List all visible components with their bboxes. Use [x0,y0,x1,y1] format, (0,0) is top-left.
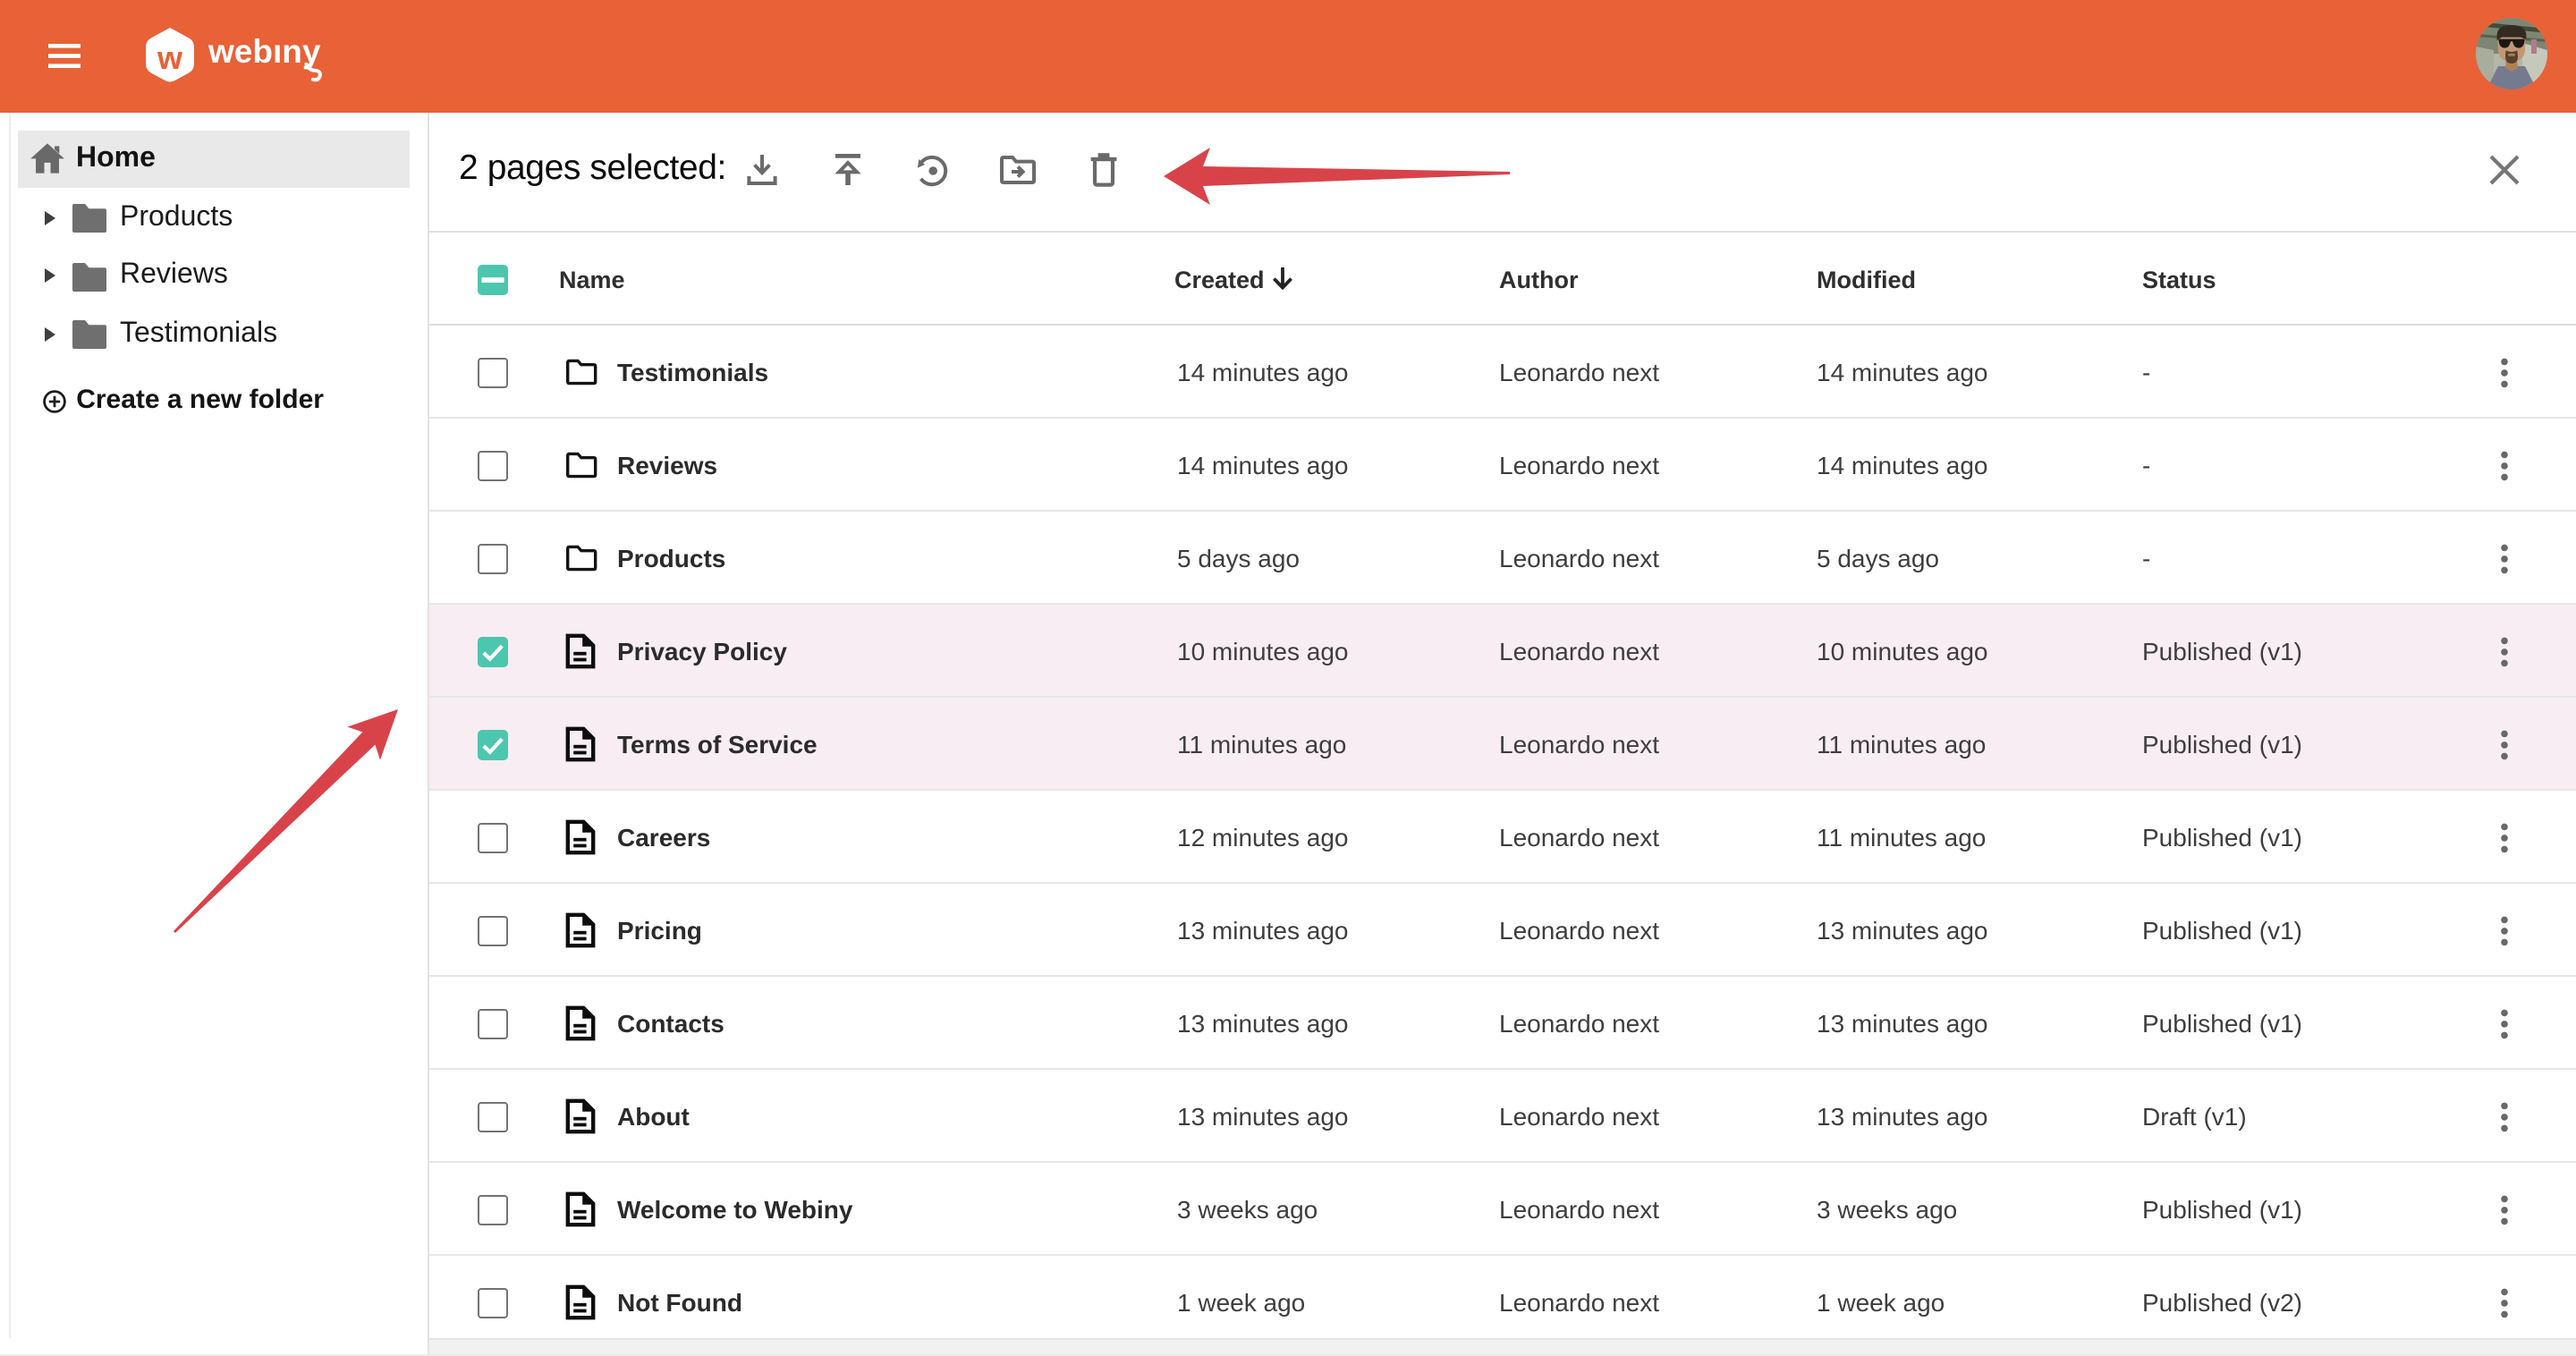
svg-text:w: w [156,39,182,76]
